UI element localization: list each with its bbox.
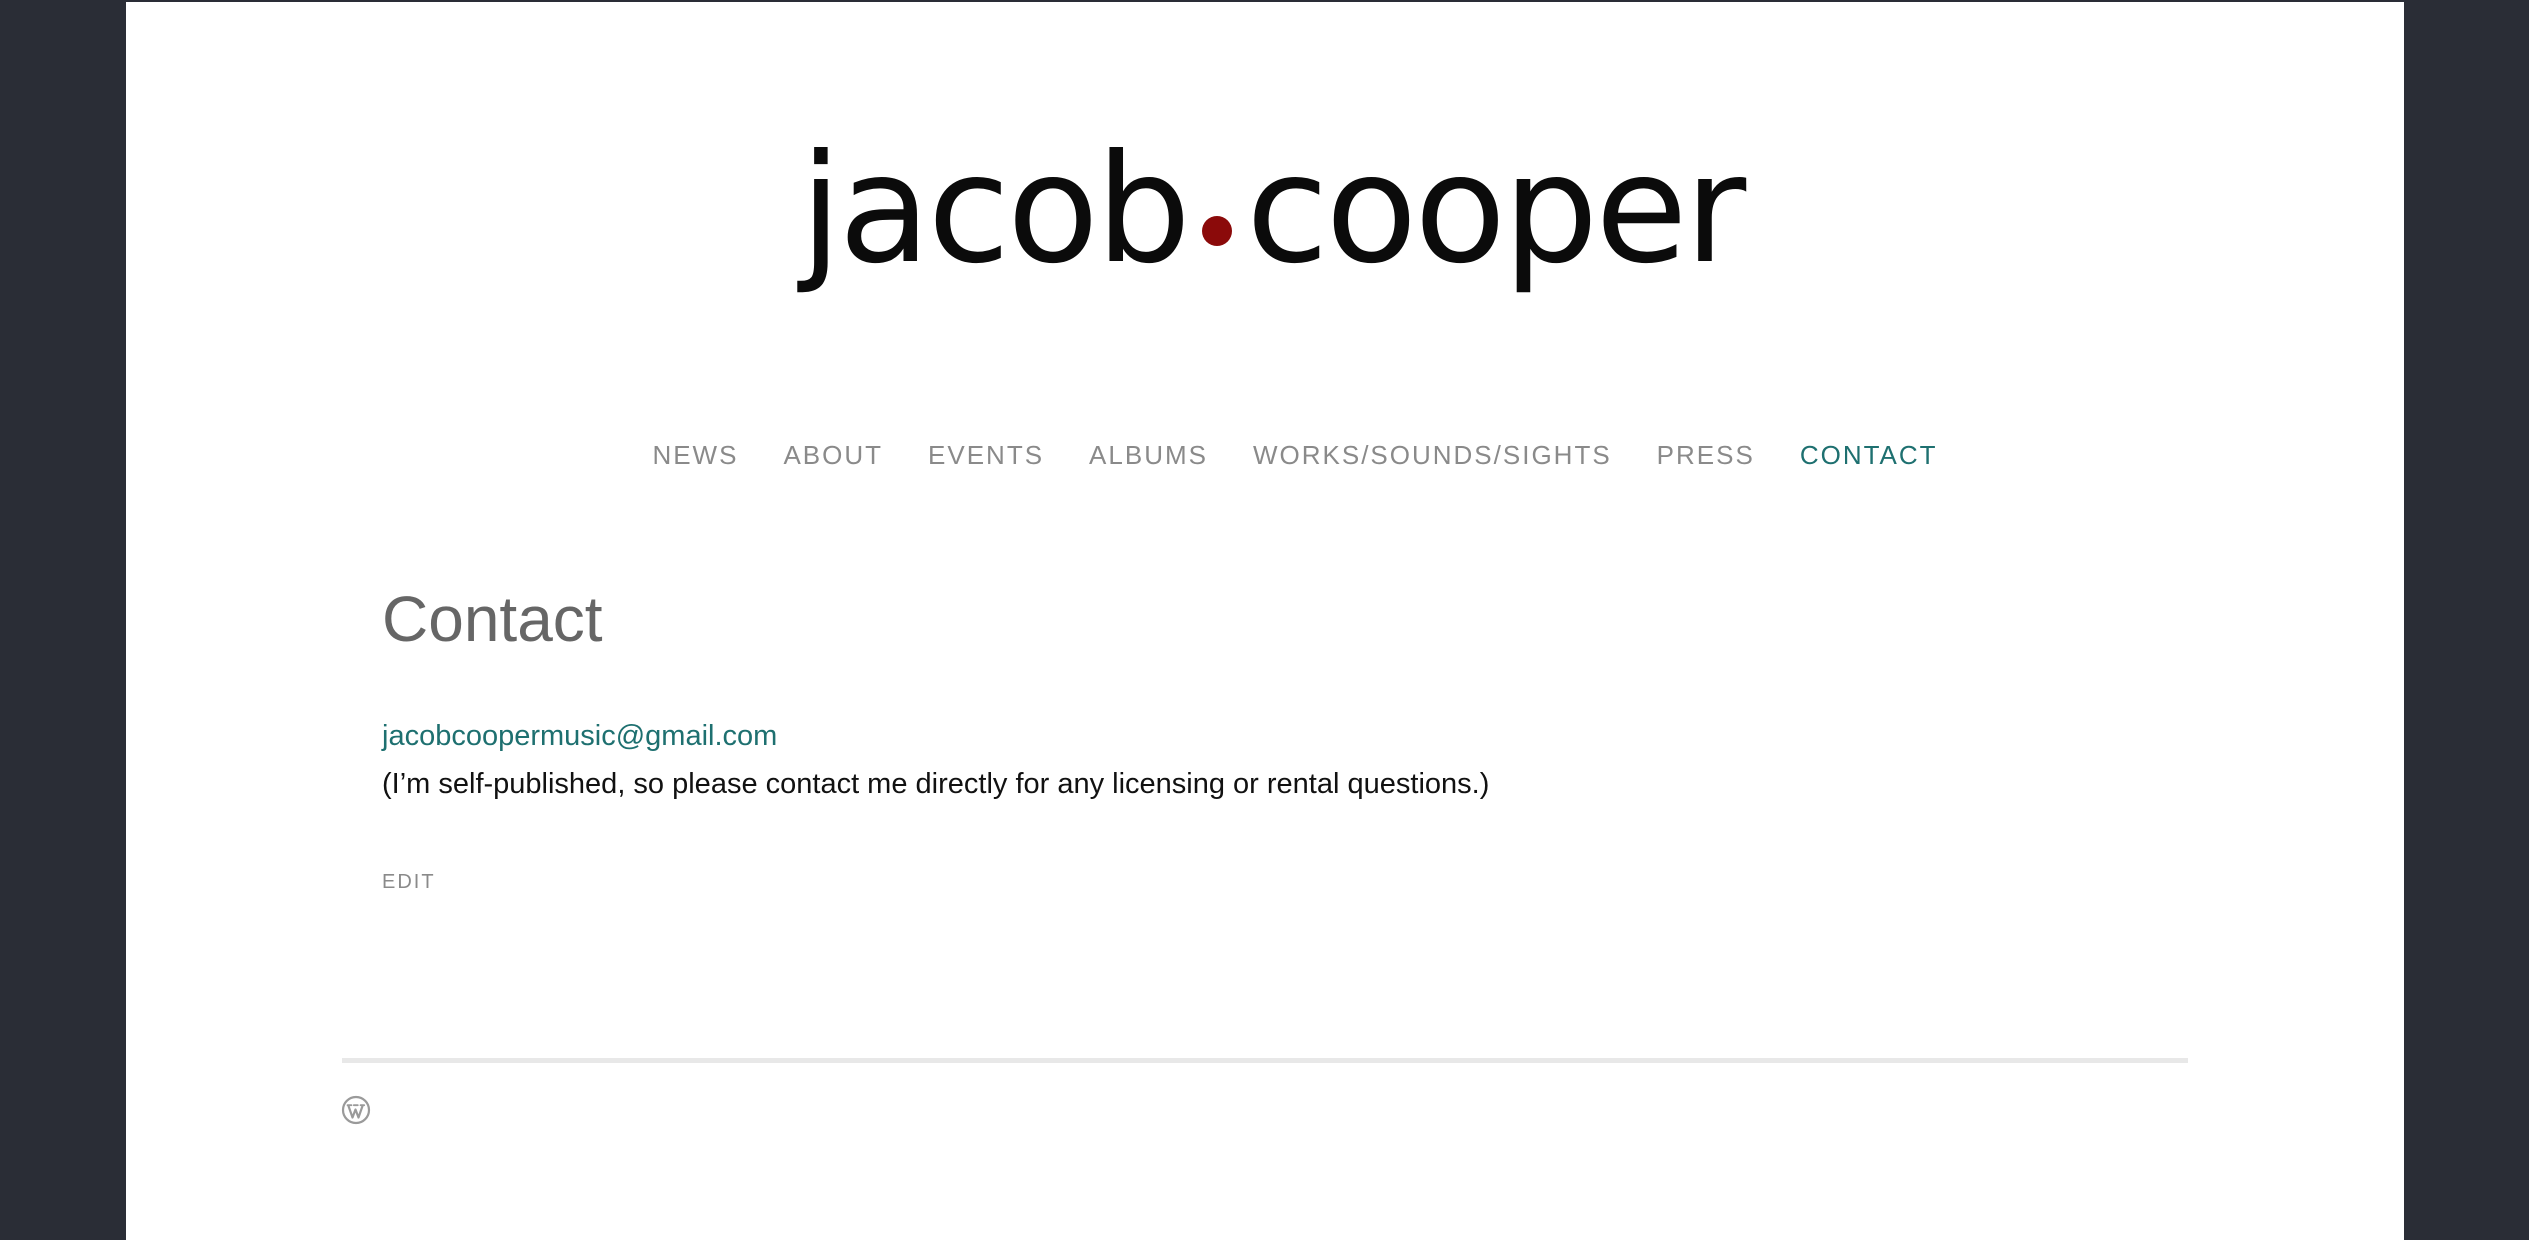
logo-dot [1202, 216, 1233, 246]
nav-item-contact[interactable]: CONTACT [1800, 435, 1938, 475]
wordpress-icon[interactable] [341, 1095, 371, 1125]
logo-word-second: cooper [1246, 123, 1746, 297]
nav-item-works-sounds-sights[interactable]: WORKS/SOUNDS/SIGHTS [1253, 435, 1612, 475]
page: jacob cooper NEWS ABOUT EVENTS ALBUMS WO… [126, 2, 2404, 1240]
edit-link[interactable]: EDIT [382, 870, 436, 894]
nav-item-press[interactable]: PRESS [1657, 435, 1755, 475]
nav-item-albums[interactable]: ALBUMS [1089, 435, 1208, 475]
page-title: Contact [382, 583, 603, 655]
logo-word-first: jacob [800, 123, 1191, 297]
nav-item-news[interactable]: NEWS [652, 435, 738, 475]
email-link[interactable]: jacobcoopermusic@gmail.com [382, 718, 777, 754]
nav-item-events[interactable]: EVENTS [928, 435, 1044, 475]
site-logo[interactable]: jacob cooper [800, 120, 1750, 300]
contact-note: (I’m self-published, so please contact m… [382, 768, 1490, 800]
footer-divider [342, 1058, 2188, 1063]
nav-item-about[interactable]: ABOUT [783, 435, 883, 475]
main-nav: NEWS ABOUT EVENTS ALBUMS WORKS/SOUNDS/SI… [126, 435, 2404, 475]
